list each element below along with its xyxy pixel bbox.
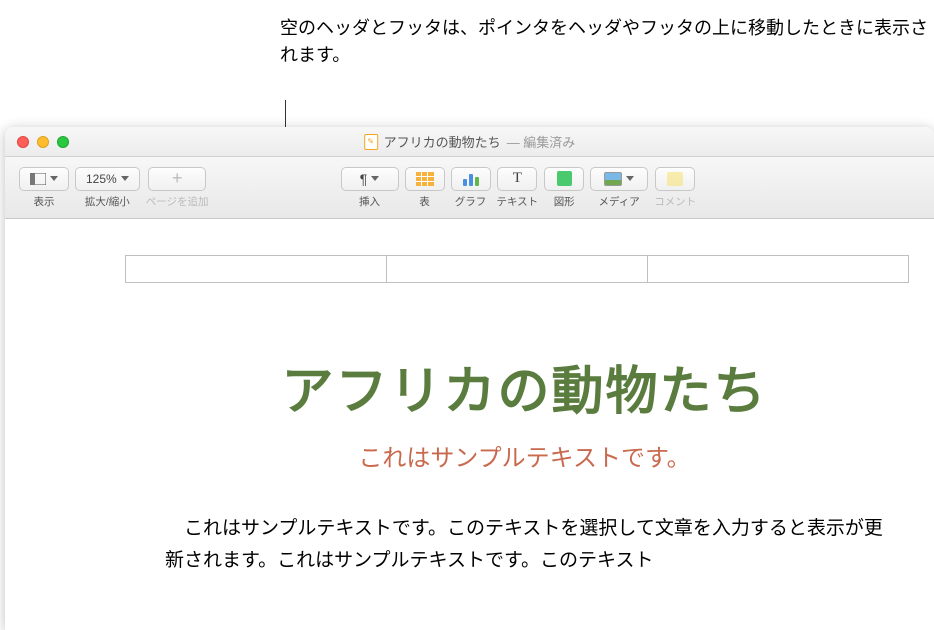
- document-body[interactable]: これはサンプルテキストです。このテキストを選択して文章を入力すると表示が更新され…: [165, 513, 884, 578]
- shape-label: 図形: [554, 194, 575, 209]
- app-window: ✎ アフリカの動物たち — 編集済み 表示 125% 拡大/縮小 +: [5, 127, 934, 630]
- text-button[interactable]: T: [497, 167, 537, 191]
- chart-button[interactable]: [451, 167, 491, 191]
- header-region[interactable]: [125, 255, 909, 283]
- view-group: 表示: [19, 167, 69, 209]
- chart-label: グラフ: [455, 194, 487, 209]
- add-page-group: + ページを追加: [146, 167, 209, 209]
- pilcrow-icon: ¶: [360, 171, 368, 187]
- toolbar: 表示 125% 拡大/縮小 + ページを追加 ¶ 挿入: [5, 157, 934, 219]
- window-controls: [5, 136, 69, 148]
- header-field-center[interactable]: [387, 256, 648, 282]
- window-title: ✎ アフリカの動物たち — 編集済み: [364, 132, 576, 151]
- header-field-left[interactable]: [126, 256, 387, 282]
- chevron-down-icon: [626, 176, 634, 181]
- document-subtitle[interactable]: これはサンプルテキストです。: [165, 438, 884, 473]
- header-field-right[interactable]: [648, 256, 908, 282]
- media-label: メディア: [599, 194, 640, 209]
- document-area[interactable]: アフリカの動物たち これはサンプルテキストです。 これはサンプルテキストです。こ…: [5, 219, 934, 630]
- plus-icon: +: [172, 168, 183, 189]
- zoom-button[interactable]: 125%: [75, 167, 140, 191]
- table-group: 表: [405, 167, 445, 209]
- table-icon: [416, 172, 434, 186]
- chevron-down-icon: [50, 176, 58, 181]
- chart-group: グラフ: [451, 167, 491, 209]
- zoom-value: 125%: [86, 172, 117, 186]
- insert-group: ¶ 挿入: [341, 167, 399, 209]
- add-page-button[interactable]: +: [148, 167, 206, 191]
- insert-label: 挿入: [359, 194, 380, 209]
- titlebar: ✎ アフリカの動物たち — 編集済み: [5, 127, 934, 157]
- minimize-window-button[interactable]: [37, 136, 49, 148]
- view-label: 表示: [34, 194, 55, 209]
- view-button[interactable]: [19, 167, 69, 191]
- text-icon: T: [513, 170, 522, 187]
- zoom-window-button[interactable]: [57, 136, 69, 148]
- comment-group: コメント: [654, 167, 696, 209]
- document-name: アフリカの動物たち: [384, 132, 501, 151]
- callout-annotation: 空のヘッダとフッタは、ポインタをヘッダやフッタの上に移動したときに表示されます。: [280, 15, 934, 69]
- square-icon: [557, 171, 572, 186]
- media-group: メディア: [590, 167, 648, 209]
- text-label: テキスト: [497, 194, 539, 209]
- document-status: — 編集済み: [507, 132, 576, 151]
- add-page-label: ページを追加: [146, 194, 209, 209]
- image-icon: [604, 172, 622, 186]
- chevron-down-icon: [121, 176, 129, 181]
- document-content[interactable]: アフリカの動物たち これはサンプルテキストです。 これはサンプルテキストです。こ…: [165, 349, 884, 578]
- chart-icon: [463, 172, 479, 186]
- close-window-button[interactable]: [17, 136, 29, 148]
- zoom-label: 拡大/縮小: [85, 194, 130, 209]
- zoom-group: 125% 拡大/縮小: [75, 167, 140, 209]
- comment-icon: [667, 172, 683, 186]
- table-label: 表: [419, 194, 430, 209]
- panel-icon: [30, 173, 46, 185]
- media-button[interactable]: [590, 167, 648, 191]
- comment-label: コメント: [654, 194, 696, 209]
- document-icon: ✎: [364, 134, 378, 150]
- chevron-down-icon: [371, 176, 379, 181]
- text-group: T テキスト: [497, 167, 539, 209]
- insert-button[interactable]: ¶: [341, 167, 399, 191]
- shape-button[interactable]: [544, 167, 584, 191]
- document-title[interactable]: アフリカの動物たち: [165, 349, 884, 424]
- comment-button[interactable]: [655, 167, 695, 191]
- table-button[interactable]: [405, 167, 445, 191]
- shape-group: 図形: [544, 167, 584, 209]
